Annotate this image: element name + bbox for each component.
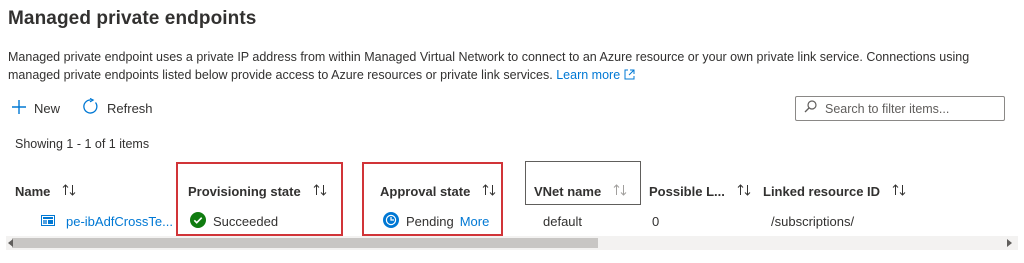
new-button-label: New — [34, 100, 61, 116]
search-box[interactable] — [795, 96, 1005, 121]
page-description: Managed private endpoint uses a private … — [8, 48, 1008, 85]
scroll-left-icon[interactable] — [8, 239, 13, 247]
learn-more-link[interactable]: Learn more — [556, 68, 635, 82]
column-header-possible-l[interactable]: Possible L... — [649, 183, 751, 199]
page-title: Managed private endpoints — [8, 8, 257, 29]
toolbar: New Refresh — [12, 96, 175, 120]
provisioning-state-cell: Succeeded — [190, 211, 279, 231]
approval-more-link[interactable]: More — [460, 214, 490, 229]
external-link-icon — [624, 67, 635, 85]
endpoint-name-link[interactable]: pe-ibAdfCrossTe... — [66, 214, 173, 229]
table-row-name-cell[interactable]: pe-ibAdfCrossTe... — [41, 212, 173, 230]
vnet-name-cell: default — [543, 213, 583, 229]
sort-icon — [62, 183, 76, 199]
sort-icon — [892, 183, 906, 199]
column-header-provisioning-state[interactable]: Provisioning state — [188, 183, 327, 199]
sort-icon — [313, 183, 327, 199]
refresh-button[interactable]: Refresh — [82, 97, 153, 118]
new-button[interactable]: New — [12, 99, 61, 117]
column-header-label: Linked resource ID — [763, 183, 881, 199]
scroll-right-icon[interactable] — [1007, 239, 1012, 247]
search-input[interactable] — [825, 101, 995, 116]
column-header-label: Approval state — [380, 183, 471, 199]
column-header-vnet-name[interactable]: VNet name — [534, 183, 627, 199]
refresh-icon — [82, 97, 107, 118]
search-icon — [804, 99, 825, 118]
sort-icon — [737, 183, 751, 199]
column-header-label: Name — [15, 183, 51, 199]
column-header-approval-state[interactable]: Approval state — [380, 183, 496, 199]
column-header-name[interactable]: Name — [15, 183, 76, 199]
provisioning-state-value: Succeeded — [213, 213, 279, 229]
learn-more-label: Learn more — [556, 68, 621, 82]
approval-state-value: Pending — [406, 213, 454, 229]
sort-icon — [482, 183, 496, 199]
column-header-linked-resource-id[interactable]: Linked resource ID — [763, 183, 906, 199]
plus-icon — [12, 99, 34, 117]
pending-icon — [383, 211, 399, 231]
success-check-icon — [190, 211, 206, 231]
linked-resource-id-cell: /subscriptions/ — [771, 213, 855, 229]
scrollbar-thumb[interactable] — [12, 238, 598, 248]
endpoint-icon — [41, 214, 55, 229]
possible-l-cell: 0 — [652, 213, 660, 229]
refresh-button-label: Refresh — [107, 100, 153, 116]
sort-icon — [613, 183, 627, 199]
column-header-label: Provisioning state — [188, 183, 301, 199]
description-text: Managed private endpoint uses a private … — [8, 50, 970, 82]
column-header-label: VNet name — [534, 183, 602, 199]
column-header-label: Possible L... — [649, 183, 725, 199]
items-count: Showing 1 - 1 of 1 items — [15, 137, 150, 151]
approval-state-cell: Pending More — [383, 211, 490, 231]
